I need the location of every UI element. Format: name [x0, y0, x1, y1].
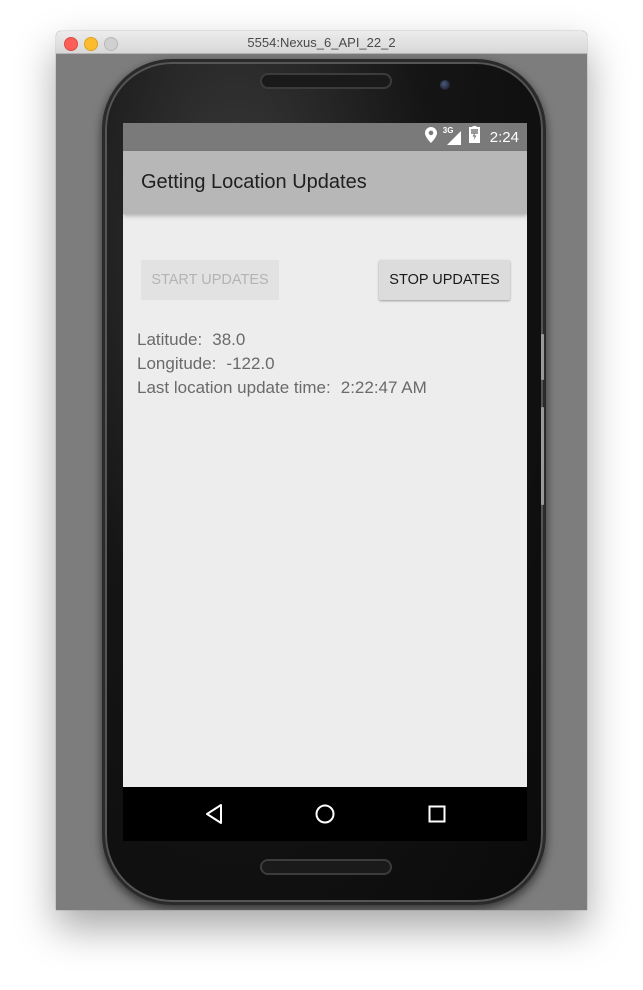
- latitude-row: Latitude: 38.0: [137, 330, 245, 350]
- app-bar: Getting Location Updates: [123, 151, 527, 214]
- status-time: 2:24: [489, 128, 519, 146]
- last-update-row: Last location update time: 2:22:47 AM: [137, 378, 427, 398]
- longitude-row: Longitude: -122.0: [137, 354, 275, 374]
- power-button[interactable]: [541, 407, 544, 505]
- front-camera: [440, 80, 450, 90]
- home-icon[interactable]: [313, 802, 337, 826]
- main-content: START UPDATES STOP UPDATES Latitude: 38.0…: [123, 214, 527, 787]
- emulator-window: 5554:Nexus_6_API_22_2 3G 2:24 Getting Lo…: [56, 31, 587, 910]
- app-title: Getting Location Updates: [141, 171, 367, 193]
- start-updates-button[interactable]: START UPDATES: [141, 260, 279, 300]
- status-bar: 3G 2:24: [123, 123, 527, 151]
- window-titlebar[interactable]: 5554:Nexus_6_API_22_2: [56, 31, 587, 54]
- device-screen: 3G 2:24 Getting Location Updates START U…: [123, 123, 527, 841]
- recents-icon[interactable]: [425, 802, 449, 826]
- last-update-value: 2:22:47 AM: [340, 378, 427, 397]
- latitude-label: Latitude:: [137, 330, 203, 349]
- bottom-speaker: [260, 859, 392, 875]
- signal-icon: 3G: [443, 126, 463, 145]
- longitude-value: -122.0: [226, 354, 275, 373]
- last-update-label: Last location update time:: [137, 378, 331, 397]
- back-icon[interactable]: [202, 802, 226, 826]
- window-title: 5554:Nexus_6_API_22_2: [247, 35, 396, 50]
- location-icon: [424, 126, 437, 148]
- navigation-bar: [123, 787, 527, 841]
- longitude-label: Longitude:: [137, 354, 217, 373]
- latitude-value: 38.0: [212, 330, 246, 349]
- battery-icon: [468, 126, 480, 148]
- status-icons: 3G 2:24: [424, 126, 519, 148]
- top-speaker: [260, 73, 392, 89]
- phone-frame: 3G 2:24 Getting Location Updates START U…: [102, 59, 546, 905]
- volume-button[interactable]: [541, 334, 544, 380]
- stop-updates-button[interactable]: STOP UPDATES: [379, 260, 510, 300]
